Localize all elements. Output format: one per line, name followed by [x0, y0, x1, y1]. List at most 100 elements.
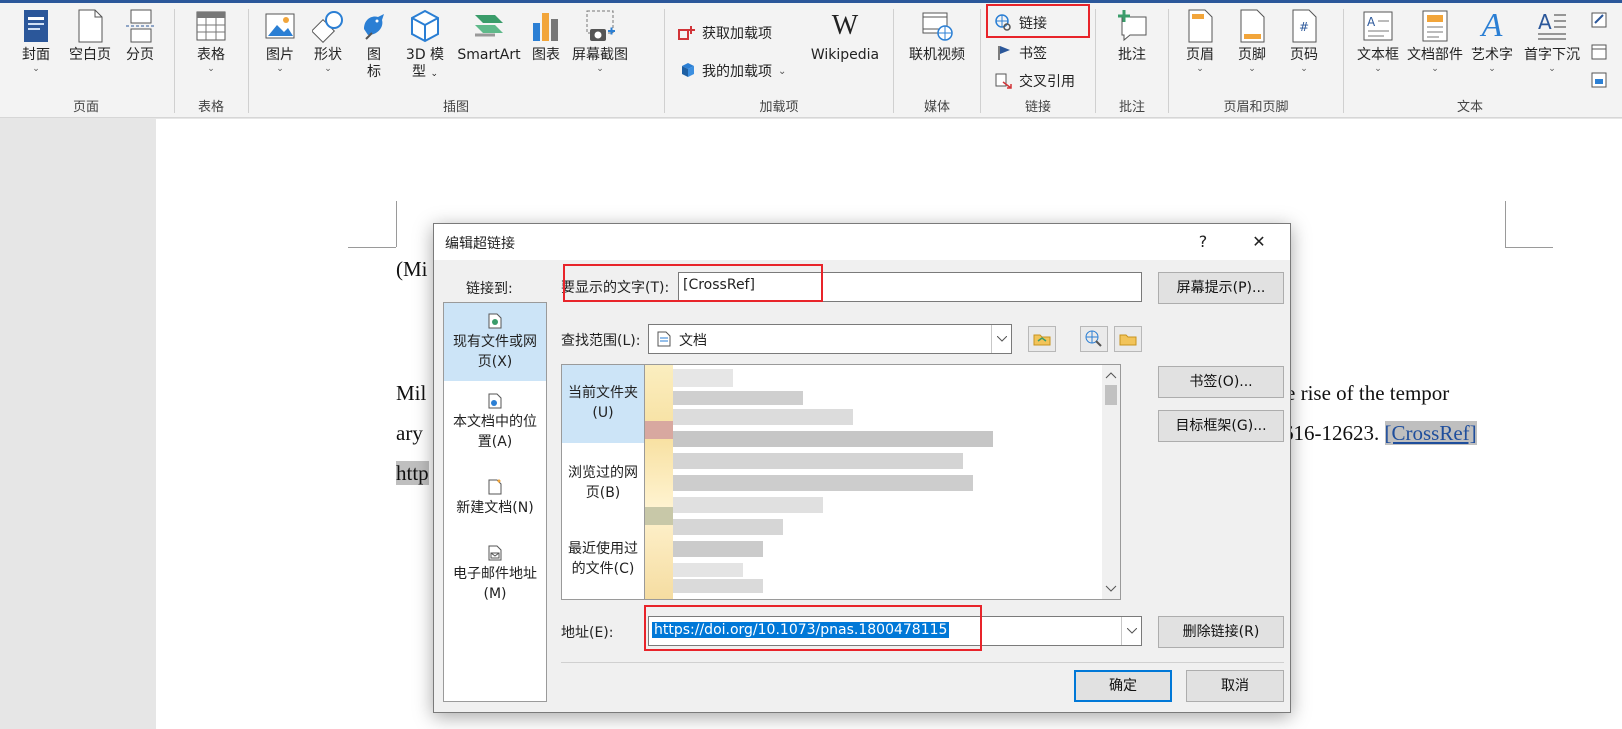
browse-web-icon [1085, 330, 1102, 347]
cancel-button[interactable]: 取消 [1186, 670, 1284, 702]
new-comment-button[interactable]: 批注 [1109, 9, 1155, 64]
cross-reference-button[interactable]: 交叉引用 [995, 71, 1075, 91]
nav-email-address[interactable]: 电子邮件地址 (M) [444, 539, 546, 613]
close-icon: ✕ [1252, 232, 1266, 251]
my-addins-button[interactable]: 我的加载项 ⌄ [678, 61, 786, 81]
help-button[interactable]: ? [1186, 228, 1220, 256]
shapes-button[interactable]: 形状 ⌄ [306, 9, 350, 74]
blurred-block [673, 453, 963, 469]
wikipedia-icon: W [831, 10, 859, 41]
doc-text-line: e rise of the tempor [1286, 381, 1450, 405]
svg-text:A: A [1538, 10, 1552, 34]
wikipedia-button[interactable]: W Wikipedia [802, 9, 888, 64]
textbox-button[interactable]: A 文本框 ⌄ [1353, 9, 1403, 74]
blurred-block [645, 507, 673, 525]
crop-mark [348, 247, 396, 248]
chart-button[interactable]: 图表 [526, 9, 566, 64]
target-frame-button[interactable]: 目标框架(G)... [1158, 410, 1284, 442]
chevron-down-icon [991, 325, 1011, 353]
video-globe-icon [922, 12, 953, 41]
browsed-pages-tab[interactable]: 浏览过的网 页(B) [562, 445, 644, 521]
picture-button[interactable]: 图片 ⌄ [258, 9, 302, 74]
quick-parts-button[interactable]: 文档部件 ⌄ [1405, 9, 1465, 74]
cover-button[interactable]: 封面 ⌄ [14, 9, 58, 74]
divider [1168, 9, 1169, 113]
chevron-down-icon: ⌄ [1548, 64, 1556, 74]
remove-link-button[interactable]: 删除链接(R) [1158, 616, 1284, 648]
chevron-down-icon: ⌄ [1248, 64, 1256, 74]
dialog-titlebar[interactable]: 编辑超链接 ? ✕ [434, 224, 1290, 260]
chevron-down-icon: ⌄ [324, 64, 332, 74]
crop-mark [1505, 247, 1553, 248]
page-number-button[interactable]: # 页码 ⌄ [1282, 9, 1326, 74]
bookmark-button[interactable]: 书签 [995, 43, 1047, 63]
dropcap-button[interactable]: A 首字下沉 ⌄ [1519, 9, 1585, 74]
crop-mark [396, 201, 397, 247]
look-in-select[interactable]: 文档 [648, 324, 1012, 354]
group-label-tables: 表格 [197, 100, 224, 115]
address-input[interactable]: https://doi.org/10.1073/pnas.1800478115 [648, 616, 1142, 646]
link-to-label: 链接到: [466, 281, 513, 297]
display-text-label: 要显示的文字(T): [561, 280, 670, 296]
header-button[interactable]: 页眉 ⌄ [1178, 9, 1222, 74]
nav-new-document[interactable]: 新建文档(N) [444, 473, 546, 533]
chevron-down-icon [1121, 617, 1141, 645]
blurred-block [673, 579, 763, 593]
group-links: 链接 书签 交叉引用 链接 [982, 3, 1094, 121]
scroll-thumb[interactable] [1105, 385, 1117, 405]
file-list-scrollbar[interactable] [1102, 365, 1120, 599]
textbox-icon: A [1363, 11, 1393, 41]
divider [893, 9, 894, 113]
group-tables: 表格 ⌄ 表格 [176, 3, 246, 121]
group-label-media: 媒体 [923, 100, 950, 115]
online-video-button[interactable]: 联机视频 [901, 9, 973, 64]
screenshot-button[interactable]: 屏幕截图 ⌄ [568, 9, 632, 74]
bookmark-button[interactable]: 书签(O)... [1158, 366, 1284, 398]
blank-page-icon [78, 9, 103, 43]
blank-page-button[interactable]: 空白页 [64, 9, 116, 64]
table-button[interactable]: 表格 ⌄ [188, 9, 234, 74]
dialog-title: 编辑超链接 [445, 236, 515, 252]
page-break-icon [126, 9, 154, 43]
quick-parts-icon [1422, 10, 1448, 42]
browse-file-button[interactable] [1114, 326, 1142, 352]
page-break-button[interactable]: 分页 [120, 9, 160, 64]
3d-model-button[interactable]: 3D 模 型 ⌄ [400, 9, 450, 83]
close-button[interactable]: ✕ [1242, 228, 1276, 256]
svg-text:A: A [1367, 15, 1376, 29]
display-text-input[interactable]: [CrossRef] [678, 272, 1142, 302]
ok-button[interactable]: 确定 [1074, 670, 1172, 702]
up-folder-icon [1033, 334, 1051, 346]
browse-web-button[interactable] [1080, 326, 1108, 352]
blurred-block [673, 519, 783, 535]
signature-line-icon[interactable] [1591, 11, 1609, 33]
get-addins-button[interactable]: 获取加载项 [678, 23, 772, 43]
store-plus-icon [678, 26, 695, 40]
link-to-panel: 现有文件或网 页(X) 本文档中的位 置(A) 新建文档(N) 电子邮件地址 (… [443, 302, 547, 702]
object-icon[interactable] [1591, 71, 1609, 93]
icons-button[interactable]: 图 标 [354, 9, 394, 81]
smartart-button[interactable]: SmartArt [454, 9, 524, 64]
footer-button[interactable]: 页脚 ⌄ [1230, 9, 1274, 74]
link-button[interactable]: 链接 [995, 13, 1047, 33]
nav-existing-file[interactable]: 现有文件或网 页(X) [444, 303, 546, 381]
cover-icon [24, 10, 48, 42]
doc-text-line: http [396, 461, 429, 485]
nav-place-in-document[interactable]: 本文档中的位 置(A) [444, 389, 546, 463]
camera-icon [586, 10, 615, 41]
divider [174, 9, 175, 113]
edit-hyperlink-dialog: 编辑超链接 ? ✕ 链接到: 现有文件或网 页(X) 本文档中的位 置(A) 新… [433, 223, 1291, 713]
screentip-button[interactable]: 屏幕提示(P)... [1158, 272, 1284, 304]
file-list[interactable] [645, 364, 1121, 600]
datetime-icon[interactable] [1591, 43, 1609, 65]
cross-reference-icon [995, 73, 1012, 89]
addin-cubes-icon [682, 63, 694, 77]
scroll-down-icon [1105, 585, 1117, 592]
current-folder-tab[interactable]: 当前文件夹 (U) [562, 365, 644, 443]
wordart-button[interactable]: A 艺术字 ⌄ [1467, 9, 1517, 75]
globe-link-icon [995, 14, 1011, 31]
recent-files-tab[interactable]: 最近使用过 的文件(C) [562, 523, 644, 599]
up-folder-button[interactable] [1028, 326, 1056, 352]
email-icon [488, 545, 502, 561]
crossref-link[interactable]: [CrossRef] [1384, 421, 1477, 445]
